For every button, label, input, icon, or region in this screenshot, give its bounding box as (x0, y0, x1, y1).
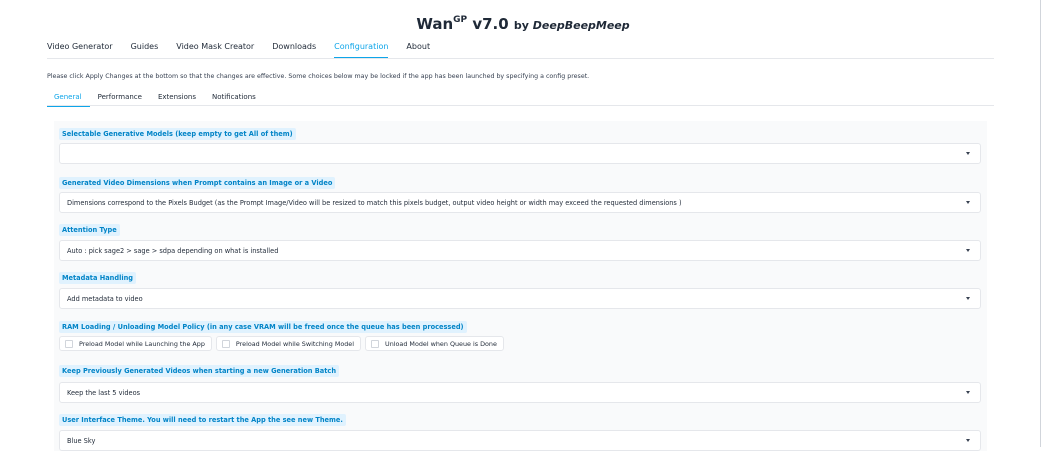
checkbox-unload-queue-done[interactable]: Unload Model when Queue is Done (365, 336, 504, 351)
checkbox-icon (65, 339, 73, 348)
field-value: Blue Sky (67, 437, 96, 445)
ram-policy-checkboxes: Preload Model while Launching the App Pr… (59, 336, 508, 351)
chevron-down-icon (966, 249, 970, 252)
tab-video-generator[interactable]: Video Generator (47, 42, 113, 58)
config-notice: Please click Apply Changes at the bottom… (47, 73, 590, 80)
field-value: Dimensions correspond to the Pixels Budg… (67, 199, 682, 207)
tab-configuration[interactable]: Configuration (334, 42, 389, 58)
metadata-dropdown[interactable]: Add metadata to video (59, 288, 981, 309)
window-edge (1040, 0, 1041, 447)
keep-videos-dropdown[interactable]: Keep the last 5 videos (59, 382, 981, 403)
setting-label: Selectable Generative Models (keep empty… (59, 128, 296, 140)
field-value: Add metadata to video (67, 295, 143, 303)
tabs-divider (47, 58, 994, 59)
setting-label: RAM Loading / Unloading Model Policy (in… (59, 321, 467, 333)
general-settings-panel: Selectable Generative Models (keep empty… (54, 121, 987, 451)
field-value: Auto : pick sage2 > sage > sdpa dependin… (67, 247, 279, 255)
tab-guides[interactable]: Guides (131, 42, 159, 58)
attention-type-dropdown[interactable]: Auto : pick sage2 > sage > sdpa dependin… (59, 240, 981, 261)
chevron-down-icon (966, 152, 970, 155)
checkbox-preload-switch[interactable]: Preload Model while Switching Model (215, 336, 362, 351)
chevron-down-icon (966, 439, 970, 442)
app-title: WanGP v7.0 by DeepBeepMeep (416, 15, 630, 33)
main-tabs: Video Generator Guides Video Mask Creato… (47, 42, 448, 58)
checkbox-label: Unload Model when Queue is Done (385, 339, 497, 348)
checkbox-label: Preload Model while Launching the App (79, 339, 205, 348)
checkbox-preload-launch[interactable]: Preload Model while Launching the App (59, 336, 212, 351)
chevron-down-icon (966, 201, 970, 204)
setting-label: Metadata Handling (59, 272, 137, 284)
subtabs-divider (47, 105, 994, 106)
setting-label: Generated Video Dimensions when Prompt c… (59, 177, 336, 189)
video-dimensions-dropdown[interactable]: Dimensions correspond to the Pixels Budg… (59, 192, 981, 213)
chevron-down-icon (966, 391, 970, 394)
tab-video-mask-creator[interactable]: Video Mask Creator (176, 42, 254, 58)
checkbox-icon (221, 339, 230, 348)
tab-about[interactable]: About (406, 42, 430, 58)
setting-label: User Interface Theme. You will need to r… (59, 414, 346, 426)
setting-label: Attention Type (59, 224, 120, 236)
checkbox-icon (371, 339, 380, 348)
tab-downloads[interactable]: Downloads (272, 42, 316, 58)
ui-theme-dropdown[interactable]: Blue Sky (59, 430, 981, 451)
chevron-down-icon (966, 297, 970, 300)
checkbox-label: Preload Model while Switching Model (235, 339, 355, 348)
models-multiselect[interactable] (59, 143, 981, 164)
setting-label: Keep Previously Generated Videos when st… (59, 365, 340, 377)
field-value: Keep the last 5 videos (67, 389, 141, 397)
